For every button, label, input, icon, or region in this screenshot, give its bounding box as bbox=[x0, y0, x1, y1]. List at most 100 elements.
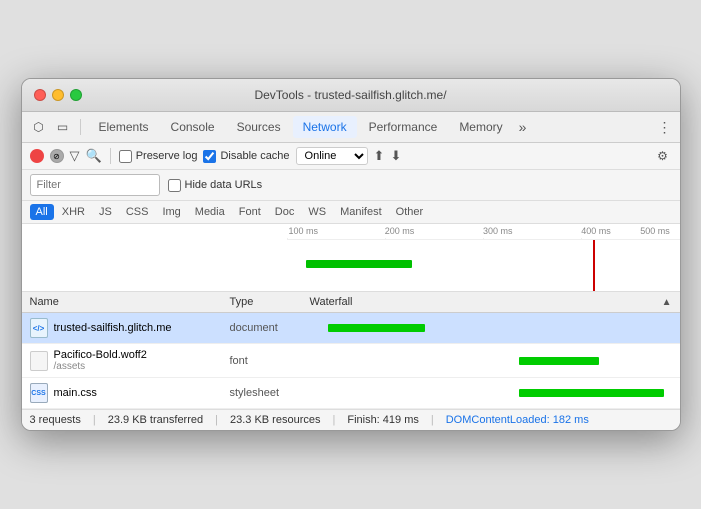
sep2: | bbox=[215, 414, 218, 426]
filter-icon[interactable]: ▽ bbox=[70, 148, 80, 164]
type-filter-css[interactable]: CSS bbox=[120, 204, 155, 220]
sep1: | bbox=[93, 414, 96, 426]
network-toolbar: ⊘ ▽ 🔍 Preserve log Disable cache Online … bbox=[22, 143, 680, 170]
html-icon: </> bbox=[30, 318, 48, 338]
row-type: document bbox=[230, 322, 310, 334]
type-filter-ws[interactable]: WS bbox=[302, 204, 332, 220]
col-header-name[interactable]: Name bbox=[30, 296, 230, 308]
import-button[interactable]: ⬆ bbox=[374, 148, 385, 164]
row-waterfall bbox=[310, 321, 672, 335]
tab-performance[interactable]: Performance bbox=[359, 116, 448, 138]
sort-icon: ▲ bbox=[662, 297, 672, 308]
row-type: stylesheet bbox=[230, 387, 310, 399]
disable-cache-checkbox[interactable] bbox=[203, 150, 216, 163]
filter-bar: Hide data URLs bbox=[22, 170, 680, 201]
table-row[interactable]: Pacifico-Bold.woff2 /assets font bbox=[22, 344, 680, 378]
row-waterfall bbox=[310, 386, 672, 400]
record-button[interactable] bbox=[30, 149, 44, 163]
font-icon bbox=[30, 351, 48, 371]
row-name: CSS main.css bbox=[30, 383, 230, 403]
export-button[interactable]: ⬇ bbox=[390, 148, 401, 164]
network-toolbar-sep bbox=[110, 148, 111, 164]
timeline-red-line bbox=[593, 240, 595, 291]
throttle-select[interactable]: Online Fast 3G Slow 3G Offline bbox=[296, 147, 368, 165]
main-toolbar: ⬡ ▭ Elements Console Sources Network Per… bbox=[22, 112, 680, 143]
timeline-ruler: 100 ms 200 ms 300 ms 400 ms 500 ms bbox=[287, 224, 680, 240]
window-title: DevTools - trusted-sailfish.glitch.me/ bbox=[254, 88, 446, 102]
type-filter-img[interactable]: Img bbox=[156, 204, 186, 220]
dom-content-loaded[interactable]: DOMContentLoaded: 182 ms bbox=[446, 414, 589, 426]
col-header-waterfall[interactable]: Waterfall ▲ bbox=[310, 296, 672, 308]
sep4: | bbox=[431, 414, 434, 426]
ruler-tick-100 bbox=[287, 238, 288, 239]
type-filter-all[interactable]: All bbox=[30, 204, 54, 220]
ruler-300ms: 300 ms bbox=[483, 226, 513, 236]
type-filter-bar: All XHR JS CSS Img Media Font Doc WS Man… bbox=[22, 201, 680, 224]
ruler-tick-300 bbox=[483, 238, 484, 239]
devtools-window: DevTools - trusted-sailfish.glitch.me/ ⬡… bbox=[21, 78, 681, 431]
waterfall-bar bbox=[519, 357, 599, 365]
hide-data-urls-label[interactable]: Hide data URLs bbox=[168, 179, 263, 192]
row-name-sub: /assets bbox=[54, 361, 147, 372]
table-header: Name Type Waterfall ▲ bbox=[22, 292, 680, 313]
stop-button[interactable]: ⊘ bbox=[50, 149, 64, 163]
ruler-500ms: 500 ms bbox=[640, 226, 670, 236]
nav-tabs: Elements Console Sources Network Perform… bbox=[89, 116, 531, 138]
tab-elements[interactable]: Elements bbox=[89, 116, 159, 138]
filter-input[interactable] bbox=[30, 174, 160, 196]
table-body: </> trusted-sailfish.glitch.me document … bbox=[22, 313, 680, 409]
transferred-size: 23.9 KB transferred bbox=[108, 414, 203, 426]
disable-cache-label[interactable]: Disable cache bbox=[203, 150, 289, 163]
type-filter-media[interactable]: Media bbox=[189, 204, 231, 220]
row-name-text: trusted-sailfish.glitch.me bbox=[54, 322, 172, 334]
row-type: font bbox=[230, 355, 310, 367]
close-button[interactable] bbox=[34, 89, 46, 101]
row-waterfall bbox=[310, 354, 672, 368]
timeline-bar-document bbox=[306, 260, 412, 268]
tab-network[interactable]: Network bbox=[293, 116, 357, 138]
timeline-area: 100 ms 200 ms 300 ms 400 ms 500 ms bbox=[22, 224, 680, 292]
type-filter-js[interactable]: JS bbox=[93, 204, 118, 220]
toolbar-separator bbox=[80, 119, 81, 135]
preserve-log-label[interactable]: Preserve log bbox=[119, 150, 198, 163]
pointer-icon[interactable]: ⬡ bbox=[30, 118, 48, 136]
type-filter-font[interactable]: Font bbox=[233, 204, 267, 220]
traffic-lights bbox=[34, 89, 82, 101]
css-icon: CSS bbox=[30, 383, 48, 403]
hide-data-urls-checkbox[interactable] bbox=[168, 179, 181, 192]
table-row[interactable]: </> trusted-sailfish.glitch.me document bbox=[22, 313, 680, 344]
type-filter-manifest[interactable]: Manifest bbox=[334, 204, 388, 220]
waterfall-bar bbox=[519, 389, 664, 397]
waterfall-bar bbox=[328, 324, 426, 332]
row-name-text: Pacifico-Bold.woff2 bbox=[54, 349, 147, 361]
type-filter-doc[interactable]: Doc bbox=[269, 204, 301, 220]
preserve-log-checkbox[interactable] bbox=[119, 150, 132, 163]
more-tabs-button[interactable]: » bbox=[515, 117, 531, 137]
ruler-400ms: 400 ms bbox=[581, 226, 611, 236]
row-name: </> trusted-sailfish.glitch.me bbox=[30, 318, 230, 338]
row-name: Pacifico-Bold.woff2 /assets bbox=[30, 349, 230, 372]
requests-count: 3 requests bbox=[30, 414, 81, 426]
tab-sources[interactable]: Sources bbox=[227, 116, 291, 138]
maximize-button[interactable] bbox=[70, 89, 82, 101]
timeline-content bbox=[287, 240, 680, 291]
col-header-type[interactable]: Type bbox=[230, 296, 310, 308]
search-icon[interactable]: 🔍 bbox=[86, 148, 102, 164]
finish-time: Finish: 419 ms bbox=[347, 414, 419, 426]
minimize-button[interactable] bbox=[52, 89, 64, 101]
network-settings-icon[interactable]: ⚙ bbox=[654, 147, 672, 165]
type-filter-xhr[interactable]: XHR bbox=[56, 204, 91, 220]
ruler-tick-400 bbox=[581, 238, 582, 239]
device-icon[interactable]: ▭ bbox=[54, 118, 72, 136]
ruler-100ms: 100 ms bbox=[289, 226, 319, 236]
ruler-tick-200 bbox=[385, 238, 386, 239]
row-name-text: main.css bbox=[54, 387, 97, 399]
tab-console[interactable]: Console bbox=[161, 116, 225, 138]
type-filter-other[interactable]: Other bbox=[390, 204, 430, 220]
title-bar: DevTools - trusted-sailfish.glitch.me/ bbox=[22, 79, 680, 112]
sep3: | bbox=[332, 414, 335, 426]
table-row[interactable]: CSS main.css stylesheet bbox=[22, 378, 680, 409]
resources-size: 23.3 KB resources bbox=[230, 414, 321, 426]
tab-memory[interactable]: Memory bbox=[449, 116, 512, 138]
devtools-options-button[interactable]: ⋮ bbox=[658, 119, 672, 136]
